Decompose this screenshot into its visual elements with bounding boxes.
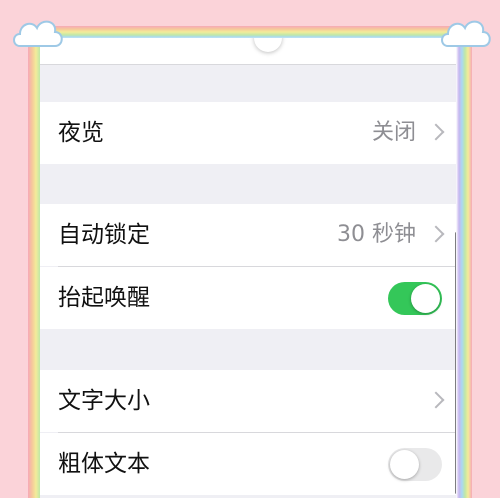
row-bold-text: 粗体文本	[40, 433, 460, 495]
chevron-right-icon	[427, 123, 445, 141]
row-auto-lock[interactable]: 自动锁定 30 秒钟	[40, 204, 460, 266]
rainbow-border-right	[456, 28, 472, 498]
text-size-label: 文字大小	[58, 388, 150, 414]
previous-row-partial	[40, 38, 460, 65]
chevron-right-icon	[427, 225, 445, 243]
auto-lock-value: 30 秒钟	[337, 222, 416, 247]
toggle-knob	[390, 450, 419, 479]
night-shift-label: 夜览	[58, 120, 104, 146]
row-night-shift[interactable]: 夜览 关闭	[40, 102, 460, 164]
night-shift-value: 关闭	[371, 120, 416, 145]
chevron-right-icon	[427, 391, 445, 409]
auto-lock-label: 自动锁定	[58, 222, 150, 248]
raise-to-wake-toggle[interactable]	[388, 282, 442, 315]
slider-thumb[interactable]	[254, 38, 282, 52]
raise-to-wake-label: 抬起唤醒	[58, 285, 150, 311]
bold-text-label: 粗体文本	[58, 451, 150, 477]
settings-screen: 夜览 关闭 自动锁定 30 秒钟 抬起唤醒 文字大小 粗体文本	[40, 38, 460, 498]
bold-text-toggle[interactable]	[388, 448, 442, 481]
cloud-icon-left	[13, 20, 63, 47]
toggle-knob	[411, 284, 440, 313]
row-text-size[interactable]: 文字大小	[40, 370, 460, 432]
row-raise-to-wake: 抬起唤醒	[40, 267, 460, 329]
cloud-icon-right	[441, 20, 491, 47]
